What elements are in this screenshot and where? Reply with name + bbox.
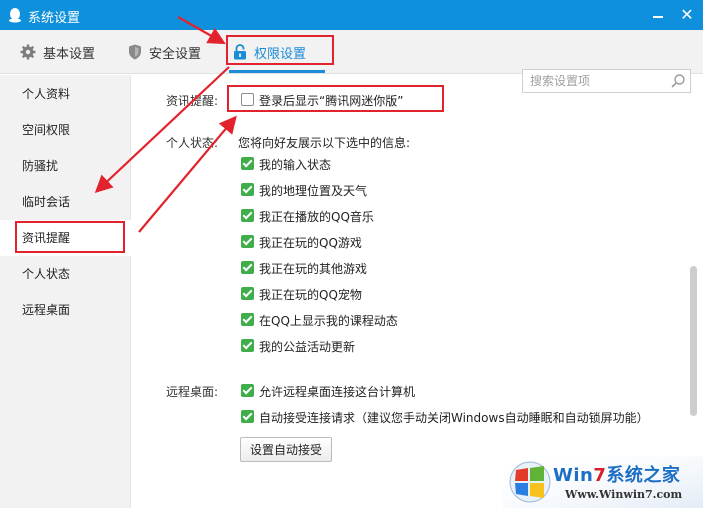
sidebar-item-personal-status[interactable]: 个人状态 (0, 256, 131, 292)
scrollbar-thumb[interactable] (690, 266, 697, 416)
status-option-checkbox[interactable] (241, 287, 254, 300)
sidebar-item-remote-desktop[interactable]: 远程桌面 (0, 292, 131, 328)
personal-status-label: 个人状态: (166, 136, 219, 150)
sidebar: 个人资料 空间权限 防骚扰 临时会话 资讯提醒 个人状态 远程桌面 (0, 75, 131, 508)
status-option-text[interactable]: 我的公益活动更新 (259, 338, 355, 355)
remote-option-text[interactable]: 自动接受连接请求（建议您手动关闭Windows自动睡眠和自动锁屏功能） (259, 409, 649, 426)
shield-icon (129, 44, 141, 60)
tab-label: 基本设置 (43, 46, 96, 62)
search-input[interactable] (523, 70, 663, 92)
minimize-button[interactable] (646, 4, 670, 26)
remote-desktop-label: 远程桌面: (166, 385, 219, 399)
tab-bar: 基本设置 安全设置 权限设置 (0, 30, 703, 93)
status-option-text[interactable]: 我正在播放的QQ音乐 (259, 208, 374, 225)
annotation-box-news-alert-item (15, 221, 125, 253)
status-option-text[interactable]: 我的输入状态 (259, 156, 331, 173)
qq-penguin-icon (9, 8, 21, 23)
status-option-checkbox[interactable] (241, 339, 254, 352)
personal-status-intro: 您将向好友展示以下选中的信息: (238, 136, 411, 150)
sidebar-item-temp-chat[interactable]: 临时会话 (0, 184, 131, 220)
status-option-checkbox[interactable] (241, 261, 254, 274)
remote-option-checkbox[interactable] (241, 410, 254, 423)
close-button[interactable]: ✕ (675, 4, 699, 26)
annotation-box-news-alert-option (227, 85, 444, 112)
set-auto-accept-button[interactable]: 设置自动接受 (240, 437, 332, 462)
status-option-checkbox[interactable] (241, 157, 254, 170)
gear-icon (20, 44, 36, 60)
status-option-text[interactable]: 我正在玩的QQ宠物 (259, 286, 362, 303)
active-tab-indicator (229, 70, 325, 73)
watermark-url: Www.Winwin7.com (565, 488, 683, 501)
annotation-box-permission-tab (226, 35, 334, 65)
status-option-checkbox[interactable] (241, 313, 254, 326)
status-option-text[interactable]: 我的地理位置及天气 (259, 182, 367, 199)
news-alert-label: 资讯提醒: (166, 94, 219, 108)
sidebar-item-anti-harassment[interactable]: 防骚扰 (0, 148, 131, 184)
sidebar-item-profile[interactable]: 个人资料 (0, 76, 131, 112)
status-option-text[interactable]: 我正在玩的QQ游戏 (259, 234, 362, 251)
remote-option-checkbox[interactable] (241, 384, 254, 397)
remote-option-text[interactable]: 允许远程桌面连接这台计算机 (259, 383, 415, 400)
watermark-brand: Win7系统之家 (553, 465, 681, 486)
search-field[interactable] (522, 69, 691, 93)
status-option-checkbox[interactable] (241, 235, 254, 248)
tab-security-settings[interactable]: 安全设置 (128, 38, 201, 66)
title-bar: 系统设置 ✕ (0, 0, 703, 30)
tab-label: 安全设置 (149, 46, 202, 62)
status-option-text[interactable]: 在QQ上显示我的课程动态 (259, 312, 398, 329)
status-option-checkbox[interactable] (241, 183, 254, 196)
tab-basic-settings[interactable]: 基本设置 (20, 38, 95, 66)
search-icon[interactable] (670, 73, 686, 89)
status-option-checkbox[interactable] (241, 209, 254, 222)
status-option-text[interactable]: 我正在玩的其他游戏 (259, 260, 367, 277)
sidebar-item-space-permission[interactable]: 空间权限 (0, 112, 131, 148)
window-title: 系统设置 (28, 11, 81, 26)
